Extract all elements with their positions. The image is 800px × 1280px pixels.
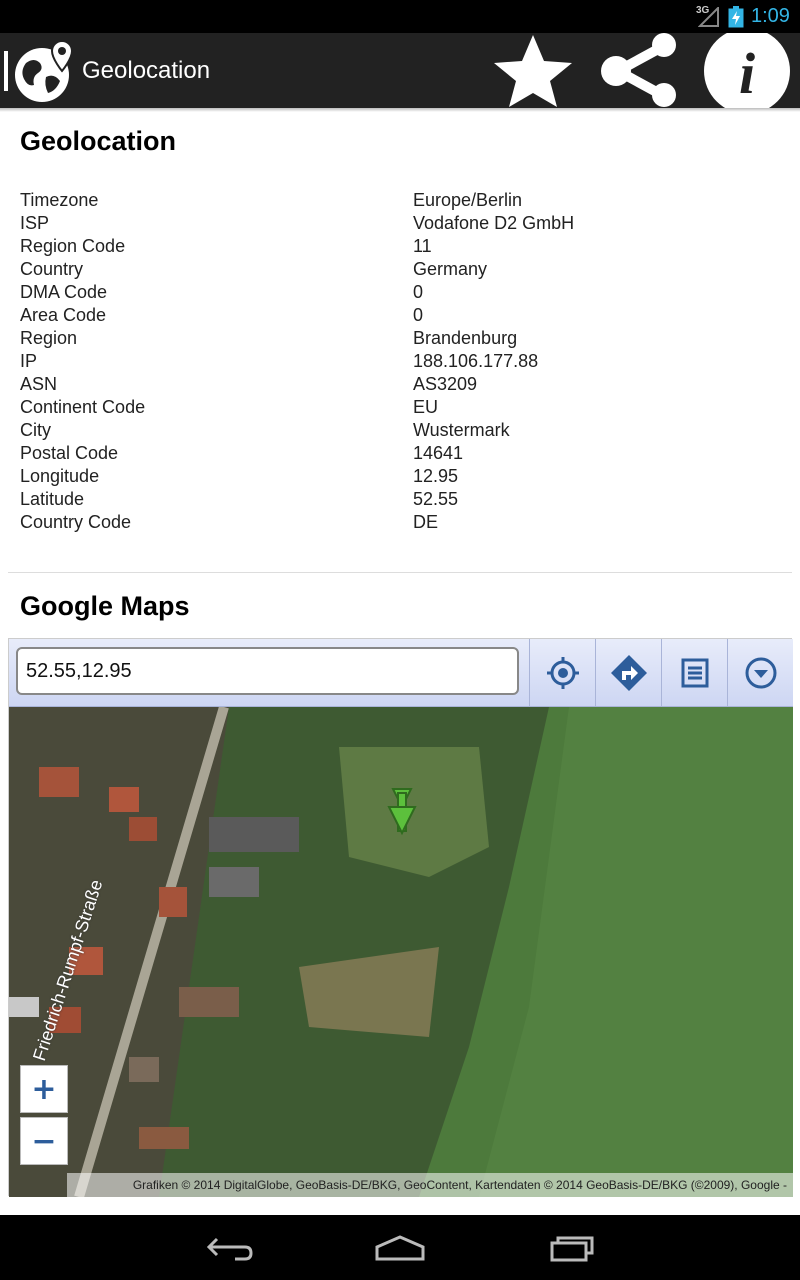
zoom-out-button[interactable]: − [20, 1117, 68, 1165]
svg-text:i: i [739, 41, 755, 106]
info-key: Region Code [20, 236, 126, 256]
satellite-map-view[interactable]: Friedrich-Rumpf-Straße + − Grafiken © 20… [9, 707, 793, 1197]
map-toolbar [9, 639, 793, 707]
info-key: Timezone [20, 190, 99, 210]
info-value: 0 [413, 282, 424, 302]
info-key: Postal Code [20, 443, 119, 463]
info-key: City [20, 420, 51, 440]
app-title: Geolocation [82, 57, 211, 84]
info-icon[interactable]: i [702, 33, 792, 108]
info-key: ISP [20, 213, 50, 233]
back-icon [206, 1237, 253, 1260]
info-key: Longitude [20, 466, 100, 486]
share-icon[interactable] [592, 33, 688, 108]
info-key: Area Code [20, 305, 107, 325]
info-key: Country [20, 259, 84, 279]
info-value: Brandenburg [413, 328, 518, 348]
home-button[interactable] [340, 1215, 460, 1280]
zoom-in-button[interactable]: + [20, 1065, 68, 1113]
info-row: DMA Code 0 [20, 282, 780, 305]
recent-apps-button[interactable] [512, 1215, 632, 1280]
star-icon[interactable] [486, 33, 580, 108]
info-value: EU [413, 397, 439, 417]
info-row: Country Code DE [20, 512, 780, 535]
directions-button[interactable] [595, 639, 661, 707]
info-row: Timezone Europe/Berlin [20, 190, 780, 213]
google-map-widget: Friedrich-Rumpf-Straße + − Grafiken © 20… [8, 638, 793, 1197]
status-bar: 3G 1:09 [0, 0, 800, 33]
info-key: Continent Code [20, 397, 146, 417]
main-content[interactable]: Geolocation Timezone Europe/Berlin ISP Vod… [0, 112, 800, 1215]
info-key: ASN [20, 374, 58, 394]
directions-icon [610, 655, 647, 691]
list-icon [681, 658, 708, 688]
info-value: 188.106.177.88 [413, 351, 539, 371]
info-row: Longitude 12.95 [20, 466, 780, 489]
info-row: Continent Code EU [20, 397, 780, 420]
info-value: 14641 [413, 443, 464, 463]
maps-section-title: Google Maps [20, 591, 190, 621]
navigation-bar [0, 1215, 800, 1280]
info-row: ISP Vodafone D2 GmbH [20, 213, 780, 236]
info-value: Vodafone D2 GmbH [413, 213, 575, 233]
info-row: Region Code 11 [20, 236, 780, 259]
section-divider [8, 572, 792, 573]
map-menu-button[interactable] [727, 639, 793, 707]
info-key: Country Code [20, 512, 132, 532]
info-value: AS3209 [413, 374, 478, 394]
info-row: IP 188.106.177.88 [20, 351, 780, 374]
info-value: Wustermark [413, 420, 510, 440]
my-location-button[interactable] [529, 639, 595, 707]
info-key: IP [20, 351, 38, 371]
info-value: Germany [413, 259, 488, 279]
app-globe-pin-icon[interactable] [4, 37, 78, 105]
info-row: Region Brandenburg [20, 328, 780, 351]
map-search-input[interactable] [16, 647, 519, 695]
info-value: 11 [413, 236, 432, 256]
action-bar: Geolocation i [0, 33, 800, 108]
geolocation-section-title: Geolocation [20, 126, 177, 156]
chevron-down-circle-icon [745, 657, 776, 689]
info-row: Postal Code 14641 [20, 443, 780, 466]
info-value: Europe/Berlin [413, 190, 523, 210]
recent-apps-icon [550, 1236, 594, 1261]
clock: 1:09 [751, 5, 790, 27]
list-button[interactable] [661, 639, 727, 707]
info-row: Latitude 52.55 [20, 489, 780, 512]
home-icon [375, 1234, 425, 1260]
signal-icon [698, 7, 719, 27]
info-key: Latitude [20, 489, 85, 509]
info-row: Country Germany [20, 259, 780, 282]
info-key: DMA Code [20, 282, 108, 302]
crosshair-icon [546, 657, 579, 689]
info-value: 12.95 [413, 466, 459, 486]
battery-charging-icon [728, 6, 744, 28]
info-row: City Wustermark [20, 420, 780, 443]
back-button[interactable] [170, 1215, 290, 1280]
satellite-imagery [9, 707, 793, 1197]
info-value: 52.55 [413, 489, 459, 509]
info-row: Area Code 0 [20, 305, 780, 328]
geolocation-info-table: Timezone Europe/Berlin ISP Vodafone D2 Gmb… [20, 190, 780, 535]
info-row: ASN AS3209 [20, 374, 780, 397]
info-value: 0 [413, 305, 424, 325]
map-attribution: Grafiken © 2014 DigitalGlobe, GeoBasis-D… [66, 1173, 793, 1197]
info-key: Region [20, 328, 78, 348]
info-value: DE [413, 512, 439, 532]
